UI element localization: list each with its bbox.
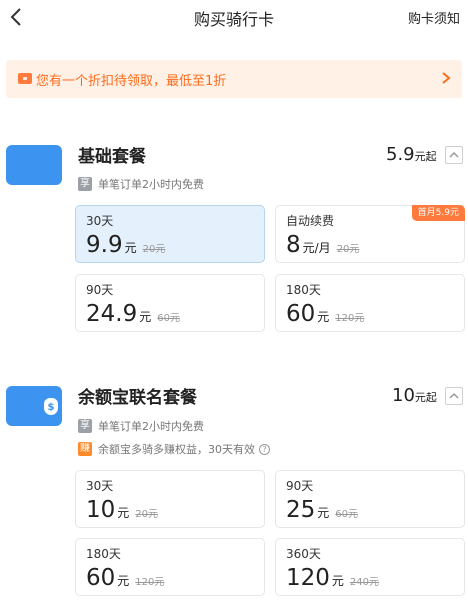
option-price: 120 元 240元 — [286, 565, 380, 591]
yuebao-package-icon: $ — [6, 386, 62, 426]
benefit-row: 享单笔订单2小时内免费 — [78, 176, 204, 191]
option-card[interactable]: 90天 24.9 元 60元 — [75, 274, 265, 332]
option-price: 10 元 20元 — [86, 497, 159, 523]
package-price: 10元起 — [392, 385, 437, 406]
option-price: 60 元 120元 — [86, 565, 165, 591]
option-price: 24.9 元 60元 — [86, 301, 180, 327]
coupon-icon — [18, 73, 32, 84]
package-title: 基础套餐 — [78, 147, 146, 167]
benefit-row: 享单笔订单2小时内免费 — [78, 418, 204, 433]
option-duration: 30天 — [86, 214, 114, 228]
page-title: 购买骑行卡 — [193, 10, 274, 29]
promo-tag: 首月5.9元 — [411, 205, 465, 221]
money-bag-icon: $ — [44, 398, 58, 415]
option-duration: 90天 — [286, 479, 314, 493]
benefit-row: 赚余额宝多骑多赚权益，30天有效? — [78, 441, 270, 456]
option-card[interactable]: 30天 10 元 20元 — [75, 470, 265, 528]
option-card[interactable]: 180天 60 元 120元 — [75, 538, 265, 596]
package-title: 余额宝联名套餐 — [78, 388, 197, 408]
card-terms-link[interactable]: 购卡须知 — [408, 8, 460, 27]
collapse-button[interactable] — [445, 146, 463, 164]
basic-package-icon — [6, 145, 62, 185]
option-card[interactable]: 180天 60 元 120元 — [275, 274, 465, 332]
discount-text: 您有一个折扣待领取，最低至1折 — [36, 74, 227, 89]
chevron-right-icon — [442, 72, 451, 84]
option-duration: 自动续费 — [286, 214, 335, 228]
benefit-badge: 享 — [78, 177, 92, 191]
option-card[interactable]: 30天 9.9 元 20元 — [75, 205, 265, 263]
option-price: 25 元 60元 — [286, 497, 359, 523]
option-duration: 90天 — [86, 283, 114, 297]
option-duration: 180天 — [86, 547, 121, 561]
benefit-badge: 赚 — [78, 442, 92, 456]
chevron-up-icon — [449, 392, 459, 399]
option-card[interactable]: 首月5.9元 自动续费 8 元/月 20元 — [275, 205, 465, 263]
discount-banner[interactable]: 您有一个折扣待领取，最低至1折 — [6, 60, 462, 98]
benefit-text: 单笔订单2小时内免费 — [98, 178, 204, 191]
collapse-button[interactable] — [445, 387, 463, 405]
option-duration: 360天 — [286, 547, 321, 561]
option-price: 9.9 元 20元 — [86, 232, 166, 258]
benefit-text: 余额宝多骑多赚权益，30天有效 — [98, 443, 255, 456]
option-price: 8 元/月 20元 — [286, 232, 360, 258]
chevron-up-icon — [449, 151, 459, 158]
package-price: 5.9元起 — [386, 144, 437, 165]
top-bar: 购买骑行卡 购卡须知 — [0, 0, 468, 36]
option-card[interactable]: 90天 25 元 60元 — [275, 470, 465, 528]
benefit-badge: 享 — [78, 419, 92, 433]
option-duration: 30天 — [86, 479, 114, 493]
benefit-text: 单笔订单2小时内免费 — [98, 420, 204, 433]
option-price: 60 元 120元 — [286, 301, 365, 327]
help-icon[interactable]: ? — [259, 443, 270, 455]
option-duration: 180天 — [286, 283, 321, 297]
option-card[interactable]: 360天 120 元 240元 — [275, 538, 465, 596]
